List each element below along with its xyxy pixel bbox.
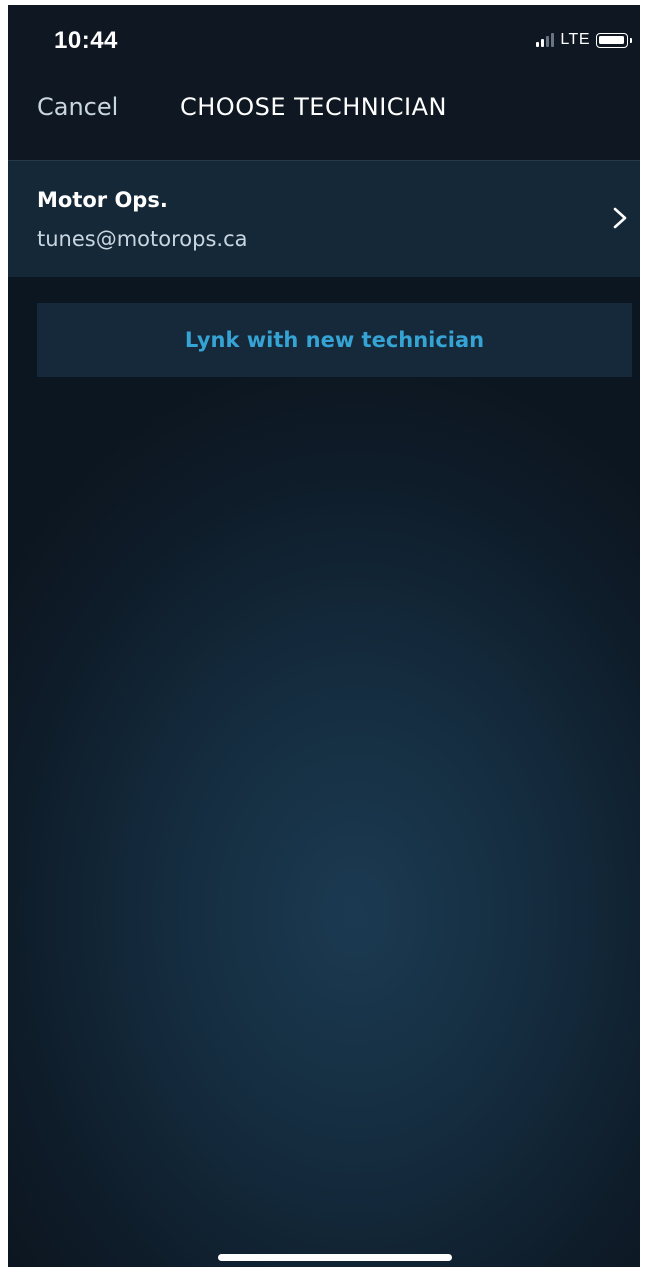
lynk-new-technician-label: Lynk with new technician <box>184 328 485 352</box>
page-title: CHOOSE TECHNICIAN <box>180 93 447 121</box>
cancel-button[interactable]: Cancel <box>37 93 118 121</box>
technician-name: Motor Ops. <box>37 188 168 212</box>
top-bar: 10:44 LTE Cancel CHOOSE TECHNICIAN <box>8 5 640 161</box>
technician-email: tunes@motorops.ca <box>37 227 248 251</box>
network-type: LTE <box>560 31 590 48</box>
signal-icon <box>536 33 555 47</box>
status-indicators: LTE <box>536 31 632 49</box>
phone-screen: 10:44 LTE Cancel CHOOSE TECHNICIAN Motor… <box>8 5 640 1267</box>
status-time: 10:44 <box>54 27 118 54</box>
lynk-new-technician-button[interactable]: Lynk with new technician <box>37 303 632 377</box>
chevron-right-icon <box>613 207 627 229</box>
battery-icon <box>596 32 632 48</box>
technician-list-item[interactable]: Motor Ops. tunes@motorops.ca <box>8 161 640 277</box>
home-indicator[interactable] <box>218 1254 452 1261</box>
